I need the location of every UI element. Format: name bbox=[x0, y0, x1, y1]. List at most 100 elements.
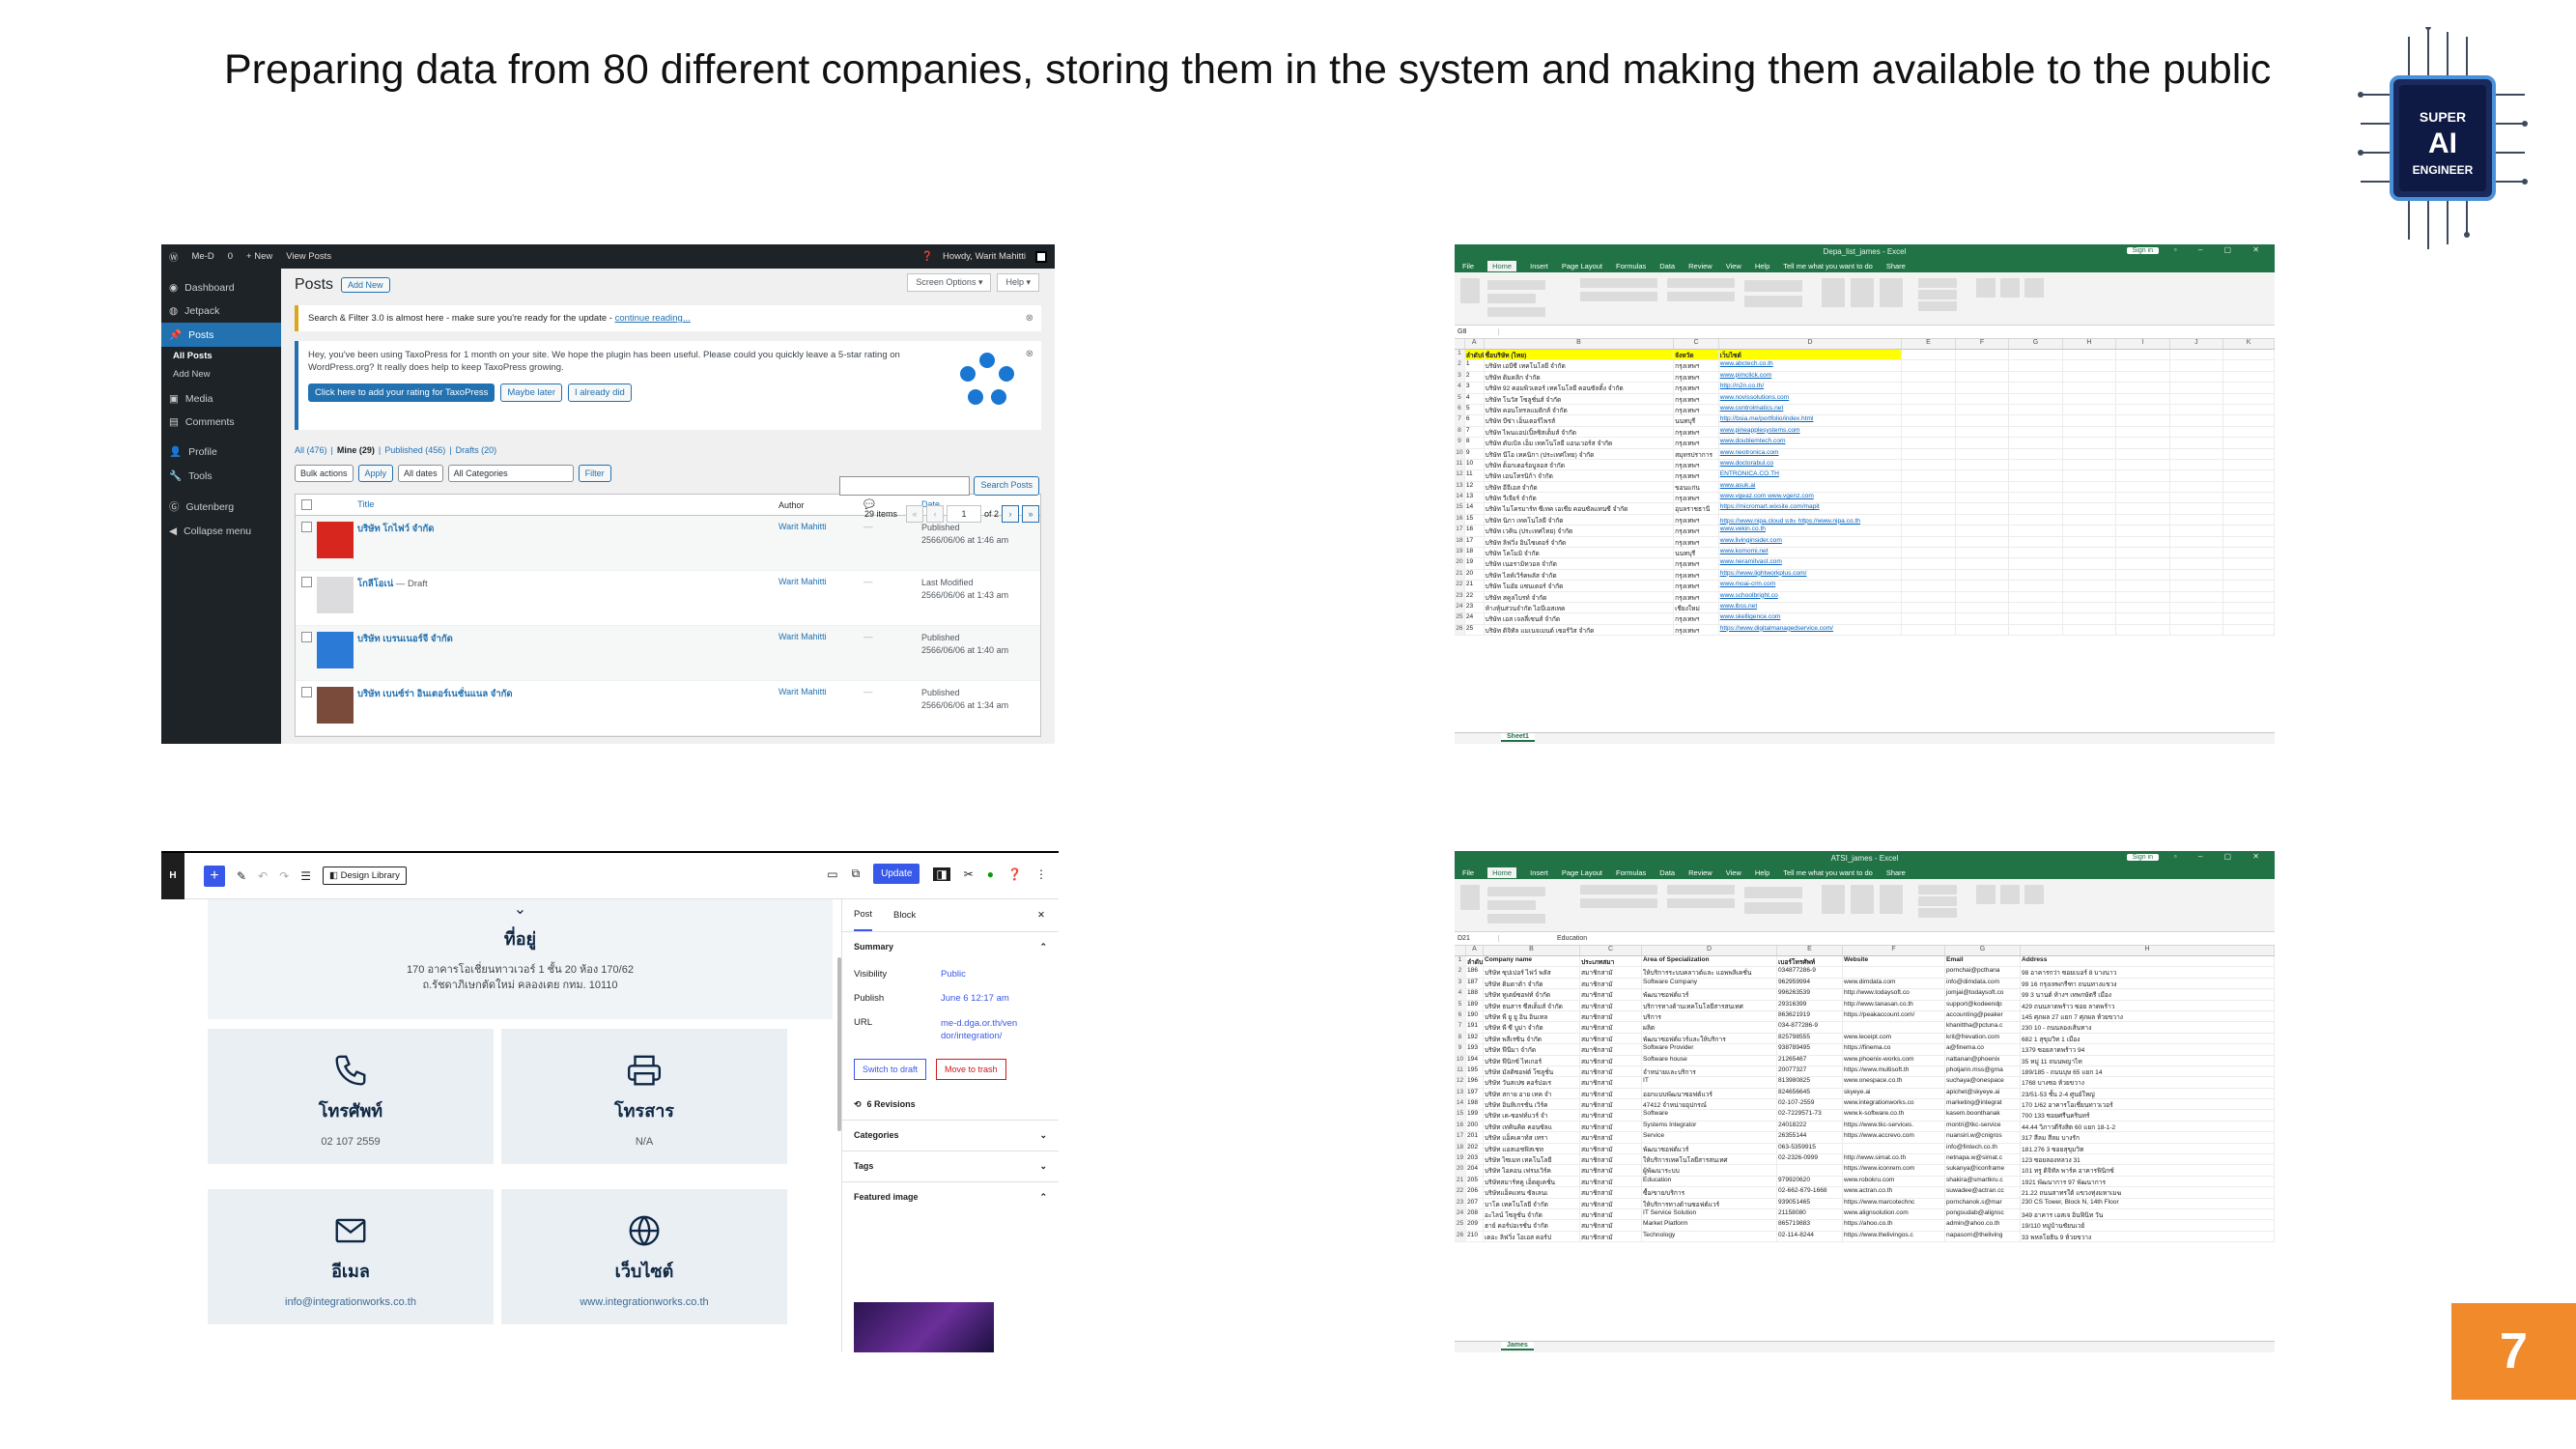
empty-cell[interactable] bbox=[2170, 415, 2224, 426]
empty-cell[interactable] bbox=[1956, 591, 2010, 602]
cell[interactable]: 99 16 กรุงเทพกรีฑา ถนนทางแขวง bbox=[2021, 978, 2275, 989]
cell[interactable]: 938789495 bbox=[1777, 1044, 1843, 1055]
empty-cell[interactable] bbox=[1956, 426, 2010, 438]
cell[interactable]: บริษัท พลีเรซิน จำกัด bbox=[1484, 1033, 1580, 1044]
cell[interactable]: 317 สีลม สีลม บางรัก bbox=[2021, 1132, 2275, 1143]
empty-cell[interactable] bbox=[2116, 350, 2170, 360]
cell[interactable]: 21.22 ถนนสาทรใต้ แขวงทุ่งมหาเมฆ bbox=[2021, 1187, 2275, 1198]
cell[interactable]: อุบลราชธานี bbox=[1674, 503, 1719, 514]
first-page-button[interactable]: « bbox=[905, 505, 923, 523]
ribbon-control[interactable] bbox=[2024, 885, 2044, 904]
empty-cell[interactable] bbox=[2063, 569, 2117, 581]
featured-image-thumbnail[interactable] bbox=[854, 1302, 994, 1352]
empty-cell[interactable] bbox=[2223, 613, 2275, 624]
empty-cell[interactable] bbox=[2223, 526, 2275, 536]
empty-cell[interactable] bbox=[1902, 624, 1956, 636]
menu-comments[interactable]: ▤ Comments bbox=[161, 411, 281, 434]
ribbon-control[interactable] bbox=[1487, 307, 1545, 317]
empty-cell[interactable] bbox=[2116, 548, 2170, 558]
cell[interactable]: กรุงเทพฯ bbox=[1674, 526, 1719, 536]
cell[interactable]: 1 bbox=[1465, 360, 1485, 371]
empty-cell[interactable] bbox=[1956, 415, 2010, 426]
ribbon-control[interactable] bbox=[2024, 278, 2044, 298]
empty-cell[interactable] bbox=[2223, 591, 2275, 602]
cell[interactable]: www.asuk.ai bbox=[1719, 481, 1903, 493]
cell[interactable]: บริษัท อีจีเอส จำกัด bbox=[1485, 481, 1675, 493]
empty-cell[interactable] bbox=[2223, 503, 2275, 514]
empty-cell[interactable] bbox=[2063, 613, 2117, 624]
cell[interactable]: www.neotronica.com bbox=[1719, 448, 1903, 459]
window-controls[interactable]: ▫ – ▢ ✕ bbox=[2174, 245, 2269, 254]
cell[interactable]: สมาชิกสามั bbox=[1580, 1110, 1642, 1121]
empty-cell[interactable] bbox=[2063, 581, 2117, 591]
cell[interactable]: สมาชิกสามั bbox=[1580, 1220, 1642, 1231]
cell[interactable]: https://www.digitalmanagedservice.com/ bbox=[1719, 624, 1903, 636]
empty-cell[interactable] bbox=[2170, 503, 2224, 514]
menu-posts[interactable]: 📌 Posts bbox=[161, 323, 281, 347]
column-header[interactable]: G bbox=[2009, 339, 2063, 349]
cell[interactable]: 14 bbox=[1465, 503, 1485, 514]
editor-logo[interactable]: H bbox=[161, 853, 184, 899]
empty-cell[interactable] bbox=[2223, 569, 2275, 581]
table-row[interactable]: บริษัท เบรนเนอร์จี จำกัด Warit Mahitti — Pu… bbox=[296, 626, 1040, 681]
ribbon-control[interactable] bbox=[1744, 887, 1802, 898]
cell[interactable]: 9 bbox=[1465, 448, 1485, 459]
cell[interactable]: 824656645 bbox=[1777, 1088, 1843, 1099]
empty-cell[interactable] bbox=[1902, 569, 1956, 581]
empty-cell[interactable] bbox=[1956, 602, 2010, 613]
wp-site-name[interactable]: Me-D bbox=[192, 251, 214, 262]
cell[interactable]: บริษัท ลิฟวิ่ง อินไซเดอร์ จำกัด bbox=[1485, 536, 1675, 547]
menu-dashboard[interactable]: ◉ Dashboard bbox=[161, 276, 281, 299]
column-header[interactable] bbox=[1455, 946, 1466, 955]
cell[interactable]: www.ibss.net bbox=[1719, 602, 1903, 613]
cell[interactable]: กรุงเทพฯ bbox=[1674, 404, 1719, 415]
cell[interactable]: กรุงเทพฯ bbox=[1674, 383, 1719, 393]
more-options-icon[interactable]: ⋮ bbox=[1035, 867, 1047, 881]
cell[interactable]: 863621919 bbox=[1777, 1010, 1843, 1022]
empty-cell[interactable] bbox=[2116, 371, 2170, 383]
email-card[interactable]: อีเมล info@integrationworks.co.th bbox=[208, 1189, 494, 1324]
switch-to-draft-button[interactable]: Switch to draft bbox=[854, 1059, 927, 1080]
column-header[interactable]: A bbox=[1465, 339, 1485, 349]
cell[interactable]: สมาชิกสามั bbox=[1580, 1088, 1642, 1099]
cell[interactable]: พัฒนาซอฟต์แวร์และให้บริการ bbox=[1642, 1033, 1777, 1044]
name-box[interactable]: D21 bbox=[1455, 935, 1499, 942]
cell[interactable]: 02-107-2559 bbox=[1777, 1099, 1843, 1110]
tab-post[interactable]: Post bbox=[854, 899, 873, 931]
empty-cell[interactable] bbox=[2223, 558, 2275, 569]
cell[interactable]: 063-5359915 bbox=[1777, 1143, 1843, 1153]
ribbon-control[interactable] bbox=[1744, 296, 1802, 307]
empty-cell[interactable] bbox=[2063, 448, 2117, 459]
ribbon-tab[interactable]: Page Layout bbox=[1562, 262, 1602, 270]
cell[interactable]: https://www.lightworkplus.com/ bbox=[1719, 569, 1903, 581]
cell[interactable]: https://www.marcotechnc bbox=[1843, 1198, 1945, 1208]
cell[interactable]: สมาชิกสามั bbox=[1580, 1121, 1642, 1132]
header-cell[interactable]: ลำดับ bbox=[1466, 956, 1484, 967]
empty-cell[interactable] bbox=[2170, 591, 2224, 602]
featured-image-panel-toggle[interactable]: Featured image ⌃ bbox=[842, 1182, 1059, 1212]
cell[interactable] bbox=[1843, 967, 1945, 978]
empty-cell[interactable] bbox=[1902, 404, 1956, 415]
cell[interactable]: 208 bbox=[1466, 1208, 1484, 1220]
empty-cell[interactable] bbox=[2009, 548, 2063, 558]
already-did-button[interactable]: I already did bbox=[568, 384, 632, 402]
empty-cell[interactable] bbox=[2063, 360, 2117, 371]
design-library-button[interactable]: ◧ Design Library bbox=[322, 867, 407, 885]
row-checkbox[interactable] bbox=[301, 522, 312, 532]
cell[interactable]: 700 133 ซอยศรีนครินทร์ bbox=[2021, 1110, 2275, 1121]
cell[interactable]: อะไลน์ โซลูชั่น จำกัด bbox=[1484, 1208, 1580, 1220]
cell[interactable]: Market Platform bbox=[1642, 1220, 1777, 1231]
cell[interactable]: 429 ถนนลาดพร้าว ซอย ลาดพร้าว bbox=[2021, 1000, 2275, 1010]
empty-cell[interactable] bbox=[2009, 624, 2063, 636]
row-checkbox[interactable] bbox=[301, 687, 312, 697]
ribbon-control[interactable] bbox=[1880, 278, 1903, 307]
window-controls[interactable]: ▫ – ▢ ✕ bbox=[2174, 852, 2269, 861]
header-cell[interactable]: ประเภทสมา bbox=[1580, 956, 1642, 967]
formula-input[interactable]: Education bbox=[1499, 935, 1587, 942]
cell[interactable]: บริษัท ฟีนิกซ์ ไทเกอร์ bbox=[1484, 1055, 1580, 1065]
column-header[interactable]: C bbox=[1580, 946, 1642, 955]
cell[interactable]: บริษัทแอ็คแทน ซัลเลนเ bbox=[1484, 1187, 1580, 1198]
ribbon-control[interactable] bbox=[1487, 900, 1536, 910]
empty-cell[interactable] bbox=[1956, 581, 2010, 591]
cell[interactable]: บริษัท เอนโทรนิก้า จำกัด bbox=[1485, 470, 1675, 481]
